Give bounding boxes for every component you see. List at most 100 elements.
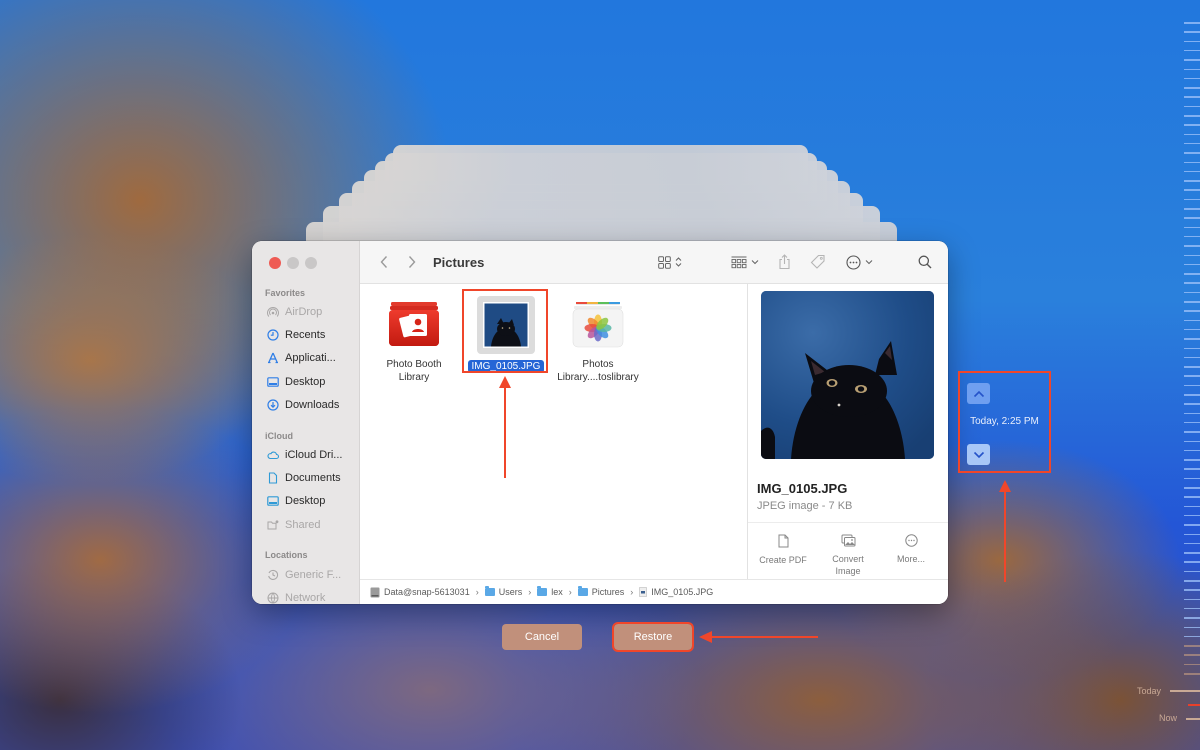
timeline-tick[interactable] [1184,440,1200,442]
timeline-tick[interactable] [1184,431,1200,433]
search-button[interactable] [918,253,932,271]
timeline-tick[interactable] [1184,607,1200,610]
sidebar-item-desktop[interactable]: Desktop [267,374,359,390]
timeline-tick[interactable] [1184,226,1200,229]
sidebar-item-applications[interactable]: Applicati... [267,350,359,366]
timeline-tick[interactable] [1184,384,1200,387]
timeline-tick[interactable] [1184,59,1200,61]
timeline-tick[interactable] [1184,180,1200,182]
timeline-tick[interactable] [1184,208,1200,210]
path-item-users[interactable]: Users [484,586,522,597]
timeline-label-now[interactable]: Now [1159,713,1177,723]
timeline-tick[interactable] [1184,319,1200,322]
timeline-tick[interactable] [1184,105,1200,108]
sidebar-item-documents[interactable]: Documents [267,470,359,486]
timeline-tick[interactable] [1184,217,1200,219]
sidebar-item-recents[interactable]: Recents [267,327,359,343]
timeline-label-today[interactable]: Today [1137,686,1161,696]
timeline-tick[interactable] [1184,68,1200,70]
share-button[interactable] [778,253,791,271]
timeline-tick[interactable] [1184,580,1200,582]
timeline-tick[interactable] [1184,654,1200,656]
timeline-tick[interactable] [1184,133,1200,136]
close-window-button[interactable] [269,257,281,269]
path-item-lex[interactable]: lex [537,586,563,597]
timeline-tick[interactable] [1184,645,1200,647]
timeline-tick[interactable] [1184,570,1200,573]
timeline-tick[interactable] [1184,663,1200,666]
path-item-volume[interactable]: Data@snap-5613031 [370,587,470,598]
timeline-tick[interactable] [1184,514,1200,517]
timeline-tick[interactable] [1184,449,1200,452]
timeline-tick[interactable] [1184,421,1200,424]
timeline-tick[interactable] [1184,245,1200,247]
next-snapshot-button[interactable] [967,444,990,465]
timeline-tick[interactable] [1184,375,1200,377]
timeline-tick[interactable] [1184,487,1200,489]
timeline-tick[interactable] [1184,142,1200,145]
timeline-tick[interactable] [1184,561,1200,563]
timeline-tick[interactable] [1184,635,1200,638]
sidebar-item-network[interactable]: Network [267,590,359,604]
timeline-tick[interactable] [1184,189,1200,191]
timeline-tick[interactable] [1184,328,1200,331]
restore-button[interactable]: Restore [612,622,694,652]
timeline-tick[interactable] [1184,115,1200,117]
timeline-tick[interactable] [1184,468,1200,470]
timeline-tick[interactable] [1184,170,1200,173]
timeline-tick[interactable] [1184,161,1200,163]
timeline-tick[interactable] [1184,301,1200,303]
timeline-tick[interactable] [1184,617,1200,619]
timeline-tick[interactable] [1184,310,1200,312]
timeline-tick[interactable] [1184,356,1200,359]
sidebar-item-icloud-desktop[interactable]: Desktop [267,493,359,509]
action-menu-button[interactable] [846,253,873,271]
timeline-tick[interactable] [1184,235,1200,238]
path-item-pictures[interactable]: Pictures [577,586,624,597]
forward-button[interactable] [404,253,420,271]
timeline-tick[interactable] [1184,394,1200,396]
tag-button[interactable] [810,253,826,271]
create-pdf-button[interactable]: Create PDF [750,534,816,566]
timeline-tick[interactable] [1184,338,1200,340]
convert-image-button[interactable]: Convert Image [815,534,881,577]
timeline-tick[interactable] [1184,273,1200,275]
timeline-tick[interactable] [1184,40,1200,43]
timeline-tick[interactable] [1184,347,1200,349]
timeline-tick[interactable] [1184,263,1200,266]
timeline-tick[interactable] [1184,31,1200,33]
timeline-tick[interactable] [1184,505,1200,508]
file-item-photo-booth-library[interactable]: Photo Booth Library [364,296,464,384]
timeline-tick[interactable] [1184,459,1200,461]
timeline-tick[interactable] [1184,49,1200,52]
timeline-tick[interactable] [1184,403,1200,405]
timeline[interactable] [1160,0,1200,750]
timeline-tick[interactable] [1184,96,1200,98]
timeline-tick[interactable] [1184,22,1200,24]
timeline-tick[interactable] [1184,291,1200,294]
timeline-tick[interactable] [1184,542,1200,545]
group-button[interactable] [731,253,759,271]
timeline-tick[interactable] [1184,626,1200,628]
timeline-tick[interactable] [1184,524,1200,526]
timeline-tick[interactable] [1184,552,1200,554]
sidebar-item-downloads[interactable]: Downloads [267,397,359,413]
timeline-tick[interactable] [1184,412,1200,415]
timeline-tick[interactable] [1184,598,1200,601]
sidebar-item-generic-flash[interactable]: Generic F... [267,567,359,583]
cancel-button[interactable]: Cancel [502,624,582,650]
timeline-tick[interactable] [1184,87,1200,89]
sidebar-item-airdrop[interactable]: AirDrop [267,304,359,320]
sidebar-item-shared[interactable]: Shared [267,517,359,533]
sidebar-item-icloud-drive[interactable]: iCloud Dri... [267,447,359,463]
timeline-tick[interactable] [1184,673,1200,675]
timeline-tick[interactable] [1184,533,1200,535]
file-item-photos-library[interactable]: Photos Library....toslibrary [548,296,648,384]
timeline-tick[interactable] [1184,124,1200,126]
timeline-tick[interactable] [1184,198,1200,201]
timeline-tick[interactable] [1184,77,1200,80]
timeline-tick[interactable] [1184,589,1200,591]
timeline-tick[interactable] [1184,477,1200,480]
timeline-tick[interactable] [1184,282,1200,284]
timeline-tick[interactable] [1184,254,1200,256]
